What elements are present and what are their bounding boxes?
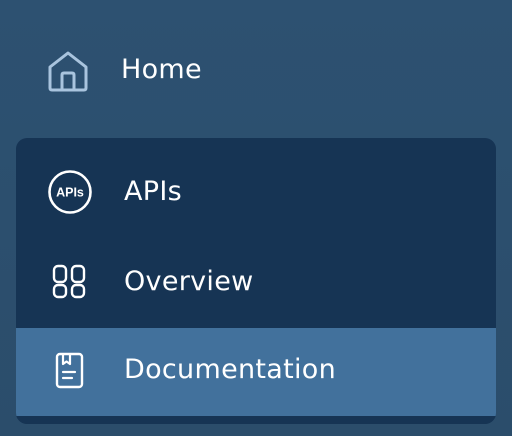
nav-item-apis-label: APIs — [124, 176, 182, 207]
nav-item-home[interactable]: Home — [0, 38, 512, 102]
home-icon — [45, 48, 91, 94]
nav-item-home-label: Home — [121, 54, 202, 85]
nav-group-footer — [16, 416, 496, 424]
nav-group-apis: APIs APIs Overview Documentation — [16, 138, 496, 424]
nav-item-documentation[interactable]: Documentation — [16, 328, 496, 416]
apis-badge-icon: APIs — [46, 168, 94, 216]
nav-item-documentation-label: Documentation — [124, 354, 337, 385]
apis-badge-text: APIs — [56, 186, 84, 200]
grid-icon — [46, 258, 94, 306]
side-navigation: Home APIs APIs Overview Documentation — [0, 0, 512, 436]
nav-item-overview[interactable]: Overview — [16, 238, 496, 326]
nav-item-overview-label: Overview — [124, 266, 254, 297]
document-icon — [46, 348, 94, 396]
nav-item-apis[interactable]: APIs APIs — [16, 148, 496, 236]
